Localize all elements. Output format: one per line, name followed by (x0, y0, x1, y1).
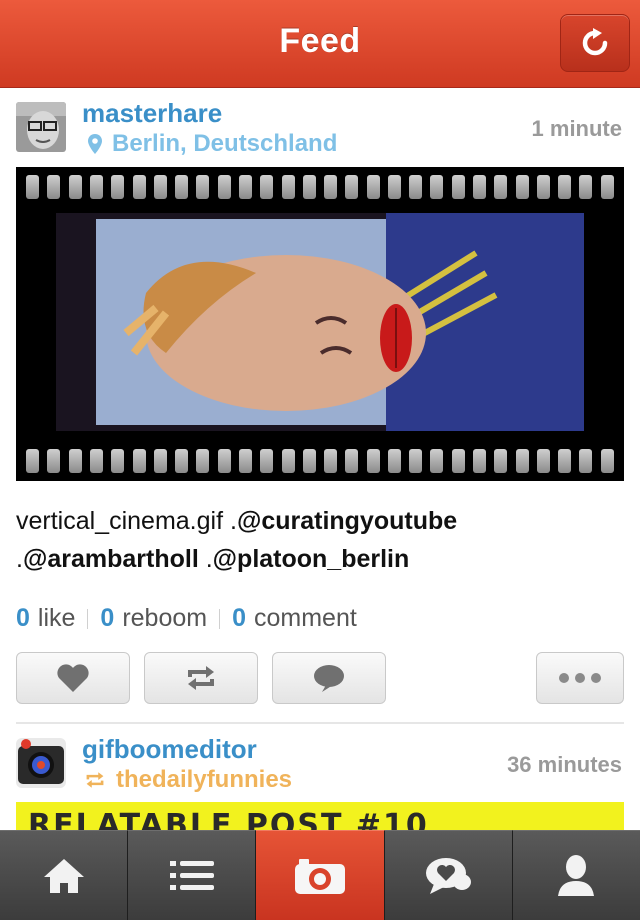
post-media[interactable] (16, 167, 624, 481)
post-media[interactable]: RELATABLE POST #10 (16, 802, 624, 830)
mention-link[interactable]: @platoon_berlin (213, 545, 410, 573)
mention-link[interactable]: @curatingyoutube (237, 507, 457, 535)
location-pin-icon (88, 134, 102, 154)
film-strip-bottom (16, 441, 624, 481)
comment-label: comment (254, 604, 357, 632)
portrait-image (56, 213, 584, 431)
location-label: Berlin, Deutschland (112, 130, 338, 157)
comment-count[interactable]: 0 (232, 604, 246, 633)
tab-list[interactable] (128, 830, 257, 920)
tab-profile[interactable] (512, 830, 640, 920)
post-username[interactable]: gifboomeditor (82, 734, 257, 765)
mention-link[interactable]: @arambartholl (23, 545, 199, 573)
tab-camera[interactable] (256, 830, 385, 920)
heart-icon (57, 664, 89, 692)
post-time: 1 minute (531, 116, 622, 141)
like-label: like (37, 604, 76, 632)
reboomed-from[interactable]: thedailyfunnies (84, 766, 292, 794)
refresh-icon (582, 28, 608, 56)
reboomed-from-label: thedailyfunnies (116, 766, 293, 793)
list-icon (169, 860, 214, 890)
post-location[interactable]: Berlin, Deutschland (88, 130, 337, 158)
tab-messages[interactable] (384, 830, 513, 920)
more-options-button[interactable] (536, 652, 624, 704)
avatar[interactable] (16, 738, 66, 788)
post-time: 36 minutes (507, 752, 622, 777)
tab-home[interactable] (0, 830, 129, 920)
speech-bubble-icon (314, 665, 344, 692)
avatar[interactable] (16, 102, 66, 152)
stats-divider (87, 608, 89, 629)
page-title: Feed (279, 22, 361, 60)
film-strip-top (16, 167, 624, 207)
reboom-icon (188, 666, 214, 690)
reboom-icon (86, 772, 104, 788)
post-divider (16, 722, 624, 724)
caption-text: . (198, 545, 213, 573)
refresh-button[interactable] (560, 14, 630, 72)
profile-icon (558, 854, 595, 896)
comment-button[interactable] (272, 652, 386, 704)
post-username[interactable]: masterhare (82, 98, 222, 129)
caption-text: vertical_cinema.gif . (16, 507, 237, 535)
more-dots-icon (559, 673, 601, 683)
home-icon (43, 858, 84, 893)
user-photo (16, 102, 66, 152)
reboom-label: reboom (122, 604, 208, 632)
post-caption: vertical_cinema.gif .@curatingyoutube .@… (16, 502, 624, 578)
reboom-count[interactable]: 0 (100, 604, 114, 633)
media-text: RELATABLE POST #10 (28, 808, 429, 830)
reboom-button[interactable] (144, 652, 258, 704)
like-button[interactable] (16, 652, 130, 704)
nav-header: Feed (0, 0, 640, 88)
camera-icon (295, 858, 345, 894)
caption-text: . (16, 545, 23, 573)
like-count[interactable]: 0 (16, 604, 30, 633)
stats-divider (219, 608, 221, 629)
tab-bar (0, 830, 640, 920)
chat-heart-icon (426, 857, 472, 894)
post-stats: 0 like 0 reboom 0 comment (16, 604, 357, 633)
gif-frame (56, 213, 584, 431)
camera-app-avatar (16, 738, 66, 788)
